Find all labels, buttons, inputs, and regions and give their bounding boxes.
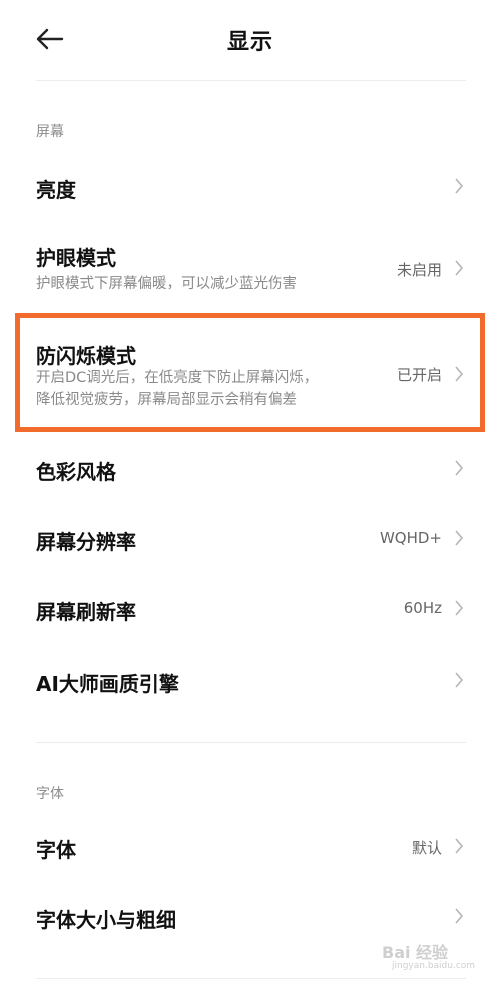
chevron-right-icon — [455, 672, 464, 688]
row-eye-care[interactable]: 护眼模式 护眼模式下屏幕偏暖，可以减少蓝光伤害 未启用 — [0, 228, 500, 308]
row-resolution[interactable]: 屏幕分辨率 WQHD+ — [0, 506, 500, 572]
watermark-text: Bai 经验 — [382, 943, 449, 962]
row-label: 字体大小与粗细 — [36, 908, 176, 932]
row-description: 护眼模式下屏幕偏暖，可以减少蓝光伤害 — [36, 276, 297, 292]
section-title-font: 字体 — [36, 786, 64, 802]
chevron-right-icon — [455, 530, 464, 546]
row-value: 默认 — [411, 839, 442, 857]
row-label: 护眼模式 — [36, 246, 116, 270]
row-color-style[interactable]: 色彩风格 — [0, 436, 500, 502]
chevron-right-icon — [455, 178, 464, 194]
app-header: 显示 — [0, 0, 500, 80]
chevron-right-icon — [455, 600, 464, 616]
row-ai-engine[interactable]: AI大师画质引擎 — [0, 646, 500, 716]
row-label: 亮度 — [36, 178, 76, 202]
watermark: Bai 经验 jingyan.baidu.com — [382, 937, 476, 977]
chevron-right-icon — [455, 260, 464, 276]
row-value: 60Hz — [403, 599, 442, 617]
row-label: 防闪烁模式 — [36, 344, 136, 368]
page-title: 显示 — [226, 30, 273, 55]
chevron-right-icon — [455, 908, 464, 924]
row-value: 已开启 — [396, 366, 442, 384]
row-font[interactable]: 字体 默认 — [0, 814, 500, 884]
row-label: 屏幕刷新率 — [36, 600, 136, 624]
section-divider — [36, 742, 466, 743]
row-value: 未启用 — [396, 261, 442, 279]
row-value: WQHD+ — [379, 529, 442, 547]
header-divider — [36, 80, 466, 81]
row-label: 屏幕分辨率 — [36, 530, 136, 554]
row-label: AI大师画质引擎 — [36, 672, 179, 696]
row-label: 色彩风格 — [36, 460, 116, 484]
row-refresh-rate[interactable]: 屏幕刷新率 60Hz — [0, 576, 500, 642]
row-brightness[interactable]: 亮度 — [0, 152, 500, 222]
row-description-line-1: 开启DC调光后，在低亮度下防止屏幕闪烁， — [36, 370, 319, 386]
row-description-line-2: 降低视觉疲劳，屏幕局部显示会稍有偏差 — [36, 392, 297, 408]
row-anti-flicker[interactable]: 防闪烁模式 开启DC调光后，在低亮度下防止屏幕闪烁， 降低视觉疲劳，屏幕局部显示… — [0, 318, 500, 428]
chevron-right-icon — [455, 838, 464, 854]
row-label: 字体 — [36, 838, 76, 862]
bottom-divider — [36, 978, 466, 979]
section-title-screen: 屏幕 — [36, 124, 64, 140]
watermark-url: jingyan.baidu.com — [392, 961, 476, 971]
chevron-right-icon — [455, 366, 464, 382]
chevron-right-icon — [455, 460, 464, 476]
